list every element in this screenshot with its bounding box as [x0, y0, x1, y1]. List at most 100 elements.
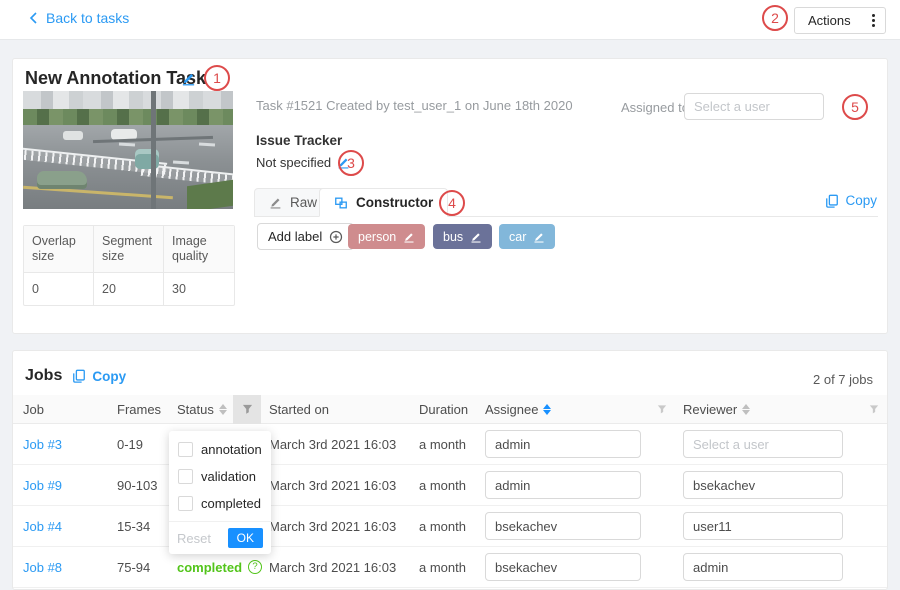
edit-task-name-icon[interactable] — [181, 71, 196, 86]
param-header-overlap-size: Overlap size — [24, 226, 94, 272]
filter-option-validation[interactable]: validation — [169, 463, 271, 490]
label-car-name: car — [509, 230, 526, 244]
reviewer-filter-icon[interactable] — [861, 395, 887, 424]
annotation-circle-2: 2 — [762, 5, 788, 31]
col-reviewer[interactable]: Reviewer — [675, 395, 861, 424]
label-tag-bus[interactable]: bus — [433, 224, 492, 249]
reviewer-value: bsekachev — [693, 478, 755, 493]
copy-icon — [72, 369, 86, 383]
copy-icon — [825, 194, 839, 208]
actions-button[interactable]: Actions — [794, 7, 886, 34]
status-filter-icon[interactable] — [233, 395, 261, 424]
copy-jobs-label: Copy — [92, 369, 126, 384]
sort-carets-icon[interactable] — [742, 404, 750, 415]
job-4-duration: a month — [411, 519, 477, 534]
job-row-3: Job #3 0-19 March 3rd 2021 16:03 a month… — [13, 424, 887, 465]
job-8-frames: 75-94 — [109, 560, 169, 575]
edit-label-icon[interactable] — [533, 231, 545, 243]
col-status[interactable]: Status — [169, 395, 233, 424]
jobs-title: Jobs — [25, 367, 62, 385]
job-3-link[interactable]: Job #3 — [23, 437, 62, 452]
param-header-segment-size: Segment size — [94, 226, 164, 272]
issue-tracker-label: Issue Tracker — [256, 133, 342, 148]
job-8-link[interactable]: Job #8 — [23, 560, 62, 575]
job-3-duration: a month — [411, 437, 477, 452]
copy-jobs-link[interactable]: Copy — [72, 369, 126, 384]
sort-carets-active-icon[interactable] — [543, 404, 551, 415]
job-8-started: March 3rd 2021 16:03 — [261, 560, 411, 575]
job-4-link[interactable]: Job #4 — [23, 519, 62, 534]
col-frames: Frames — [109, 395, 169, 424]
job-3-assignee-select[interactable]: admin — [485, 430, 641, 458]
copy-label: Copy — [845, 193, 877, 208]
annotation-circle-4: 4 — [439, 190, 465, 216]
job-8-assignee-select[interactable]: bsekachev — [485, 553, 641, 581]
block-icon — [334, 196, 348, 210]
filter-option-annotation[interactable]: annotation — [169, 436, 271, 463]
label-tag-car[interactable]: car — [499, 224, 555, 249]
edit-label-icon[interactable] — [470, 231, 482, 243]
filter-reset-button[interactable]: Reset — [177, 531, 211, 546]
back-to-tasks-link[interactable]: Back to tasks — [28, 10, 129, 26]
job-9-started: March 3rd 2021 16:03 — [261, 478, 411, 493]
job-row-8: Job #8 75-94 completed ? March 3rd 2021 … — [13, 547, 887, 588]
param-value-segment-size: 20 — [94, 273, 164, 305]
jobs-count: 2 of 7 jobs — [813, 372, 873, 387]
filter-option-validation-label: validation — [201, 469, 256, 484]
chevron-left-icon — [28, 12, 38, 24]
label-bus-name: bus — [443, 230, 463, 244]
label-tag-person[interactable]: person — [348, 224, 425, 249]
assigned-to-label: Assigned to — [621, 100, 689, 115]
filter-ok-button[interactable]: OK — [228, 528, 263, 548]
reviewer-value: user11 — [693, 519, 732, 534]
job-9-link[interactable]: Job #9 — [23, 478, 62, 493]
annotation-circle-3: 3 — [338, 150, 364, 176]
assignee-value: admin — [495, 478, 530, 493]
edit-label-icon[interactable] — [403, 231, 415, 243]
assignee-filter-icon[interactable] — [649, 395, 675, 424]
edit-icon — [269, 196, 282, 209]
back-to-tasks-label: Back to tasks — [46, 10, 129, 26]
tab-constructor-label: Constructor — [356, 195, 433, 210]
job-3-started: March 3rd 2021 16:03 — [261, 437, 411, 452]
job-row-9: Job #9 90-103 March 3rd 2021 16:03 a mon… — [13, 465, 887, 506]
thumb-green-car — [37, 171, 87, 189]
job-8-duration: a month — [411, 560, 477, 575]
assignee-value: bsekachev — [495, 519, 557, 534]
job-4-assignee-select[interactable]: bsekachev — [485, 512, 641, 540]
thumb-hedge — [187, 180, 233, 209]
annotation-circle-5: 5 — [842, 94, 868, 120]
job-8-reviewer-select[interactable]: admin — [683, 553, 843, 581]
col-duration: Duration — [411, 395, 477, 424]
job-9-assignee-select[interactable]: admin — [485, 471, 641, 499]
checkbox-validation[interactable] — [178, 469, 193, 484]
thumb-buildings — [23, 91, 233, 111]
job-4-started: March 3rd 2021 16:03 — [261, 519, 411, 534]
plus-circle-icon — [329, 230, 343, 244]
filter-option-completed[interactable]: completed — [169, 490, 271, 517]
question-circle-icon[interactable]: ? — [248, 560, 262, 574]
col-started-on: Started on — [261, 395, 411, 424]
jobs-table-header: Job Frames Status Started on Duration As… — [13, 395, 887, 424]
job-9-reviewer-select[interactable]: bsekachev — [683, 471, 843, 499]
checkbox-annotation[interactable] — [178, 442, 193, 457]
job-4-reviewer-select[interactable]: user11 — [683, 512, 843, 540]
assigned-to-placeholder: Select a user — [694, 99, 770, 114]
jobs-card: Jobs Copy 2 of 7 jobs Job Frames Status … — [12, 350, 888, 590]
thumb-trees — [23, 109, 233, 125]
tab-constructor[interactable]: Constructor — [319, 188, 448, 217]
filter-option-completed-label: completed — [201, 496, 261, 511]
copy-labels-link[interactable]: Copy — [825, 193, 877, 208]
assigned-to-select[interactable]: Select a user — [684, 93, 824, 120]
col-assignee[interactable]: Assignee — [477, 395, 649, 424]
col-job: Job — [13, 395, 109, 424]
thumb-white-car — [63, 131, 83, 140]
checkbox-completed[interactable] — [178, 496, 193, 511]
job-3-reviewer-select[interactable]: Select a user — [683, 430, 843, 458]
col-reviewer-label: Reviewer — [683, 402, 737, 417]
sort-carets-icon[interactable] — [219, 404, 227, 415]
filter-option-annotation-label: annotation — [201, 442, 262, 457]
add-label-button[interactable]: Add label — [257, 223, 354, 250]
task-details-card: New Annotation Task 1 Ove — [12, 58, 888, 334]
tab-raw-label: Raw — [290, 195, 317, 210]
